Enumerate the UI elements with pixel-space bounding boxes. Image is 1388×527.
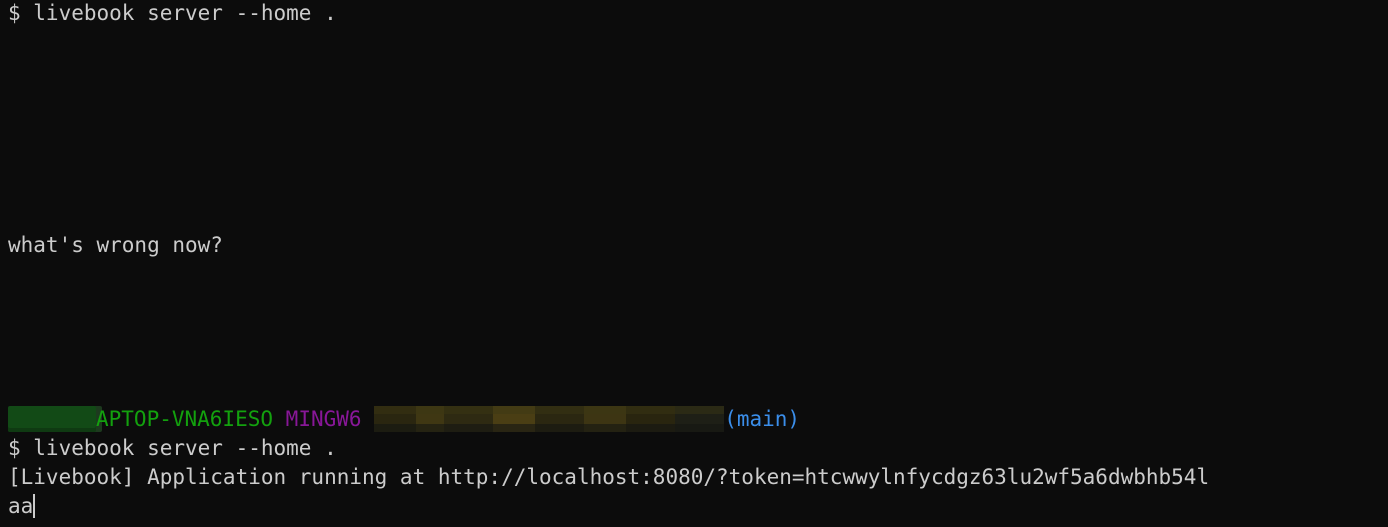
command-line-2: $ livebook server --home .	[8, 436, 337, 460]
prompt-host: APTOP-VNA6IESO	[96, 407, 274, 431]
shell-prompt: APTOP-VNA6IESO MINGW6 (main)	[8, 405, 800, 434]
redacted-username	[8, 406, 96, 432]
user-question-text: what's wrong now?	[8, 233, 223, 257]
livebook-output: [Livebook] Application running at http:/…	[8, 465, 1210, 489]
command-line-1: $ livebook server --home .	[8, 1, 337, 25]
prompt-shell: MINGW6	[285, 407, 362, 431]
redacted-path	[374, 406, 725, 432]
terminal-input-line[interactable]: aa	[8, 492, 36, 521]
terminal-input-text[interactable]: aa	[8, 494, 33, 518]
prompt-branch: (main)	[724, 407, 801, 431]
text-cursor	[33, 494, 36, 518]
terminal-window[interactable]: $ livebook server --home . what's wrong …	[0, 0, 1388, 527]
